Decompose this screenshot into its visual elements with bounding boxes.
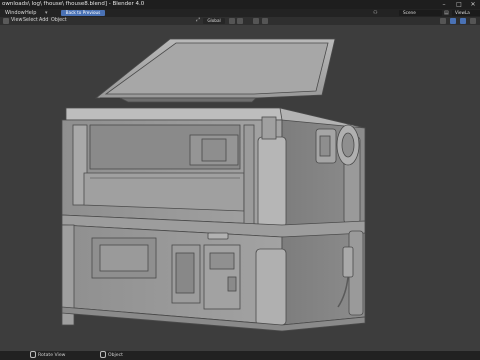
window-title: ownloads\ log\ fhouse\ fhouse8.blend] - … [2, 1, 145, 7]
top-menu-bar: Window Help ▾ Back to Previous ⚇ Scene ▤… [0, 9, 480, 17]
house-model [61, 38, 366, 332]
scene-selector[interactable]: Scene [399, 10, 442, 16]
view-layer-selector[interactable]: ViewLa [452, 10, 480, 16]
menu-object[interactable]: Object [51, 17, 67, 25]
rotate-view-label: Rotate View [38, 353, 66, 358]
xray-icon[interactable] [470, 18, 476, 24]
snap-icon[interactable] [237, 18, 243, 24]
upper-module [61, 116, 366, 228]
rotate-view-hint: Rotate View [30, 351, 65, 360]
workspace-icon[interactable]: ▾ [45, 9, 48, 17]
object-hint: Object [100, 351, 123, 360]
scene-icon: ⚇ [373, 10, 378, 16]
transform-orientation-icon: ⤢ [196, 18, 200, 23]
view-layer-label: ViewLa [455, 10, 470, 15]
menu-window[interactable]: Window [5, 9, 25, 17]
menu-select[interactable]: Select [23, 17, 38, 25]
viewport-gizmo-icon[interactable] [450, 18, 456, 24]
3d-viewport[interactable] [0, 25, 480, 351]
scene-label: Scene [403, 10, 416, 15]
proportional-editing-icon[interactable] [253, 18, 259, 24]
menu-help[interactable]: Help [25, 9, 36, 17]
orientation-dropdown[interactable]: Global [203, 18, 225, 24]
minimize-button[interactable]: – [437, 0, 451, 9]
overlays-icon[interactable] [460, 18, 466, 24]
visibility-icon[interactable] [440, 18, 446, 24]
view-layer-icon: ▤ [444, 10, 449, 16]
object-label: Object [108, 353, 123, 358]
mouse-right-icon [100, 351, 106, 358]
menu-view[interactable]: View [11, 17, 22, 25]
orientation-label: Global [207, 18, 221, 23]
lower-module [61, 224, 366, 326]
status-bar: Rotate View Object [0, 351, 480, 360]
mouse-middle-icon [30, 351, 36, 358]
object-mode-icon[interactable] [3, 18, 9, 24]
back-to-previous-button[interactable]: Back to Previous [61, 10, 105, 16]
title-bar: ownloads\ log\ fhouse\ fhouse8.blend] - … [0, 0, 480, 9]
close-button[interactable]: ✕ [466, 0, 480, 9]
back-to-previous-label: Back to Previous [65, 10, 101, 15]
maximize-button[interactable]: □ [452, 0, 466, 9]
falloff-icon[interactable] [262, 18, 268, 24]
pivot-icon[interactable] [229, 18, 235, 24]
viewport-header: View Select Add Object ⤢ Global [0, 17, 480, 25]
menu-add[interactable]: Add [39, 17, 48, 25]
solar-panel-lid [94, 38, 336, 103]
